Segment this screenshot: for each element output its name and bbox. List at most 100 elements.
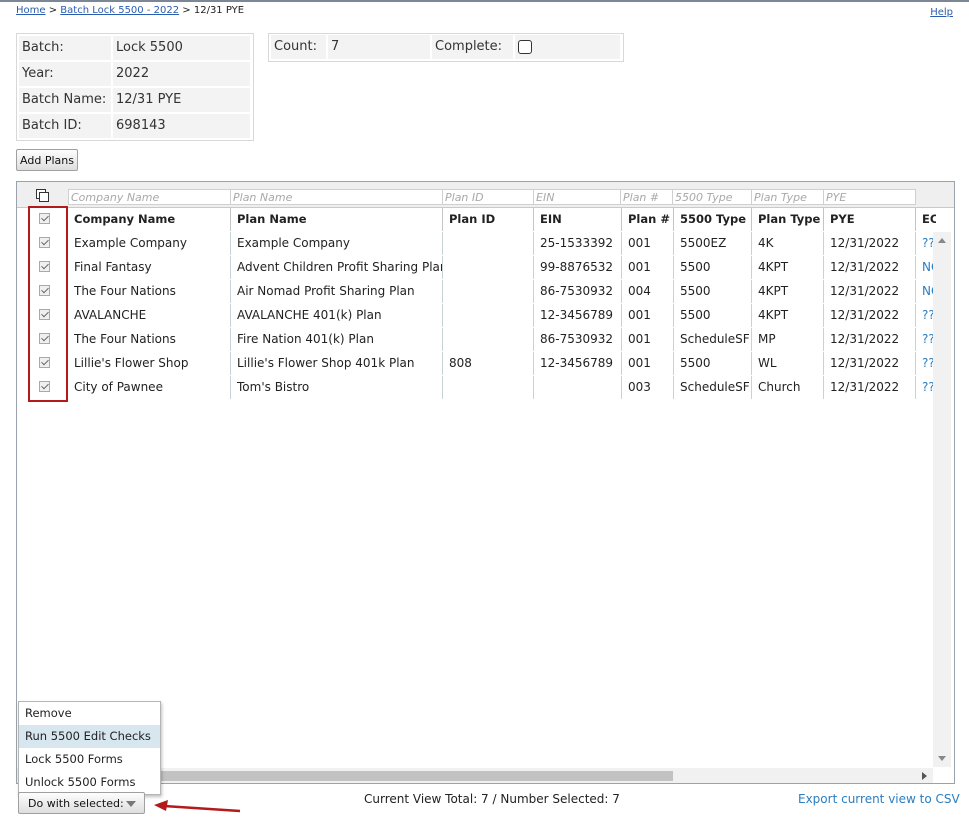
breadcrumb-batch-link[interactable]: Batch Lock 5500 - 2022 — [60, 5, 179, 16]
filter-plan-number[interactable]: Plan # — [620, 189, 673, 205]
cell-plan-type: 4K — [752, 232, 824, 255]
scroll-down-arrow-icon[interactable] — [938, 756, 946, 761]
year-row: Year: 2022 — [19, 62, 251, 86]
cell-ein: 12-3456789 — [534, 352, 622, 375]
cell-company-name: Lillie's Flower Shop — [68, 352, 231, 375]
do-with-selected-button[interactable]: Do with selected: — [18, 792, 145, 814]
cell-plan-name: Air Nomad Profit Sharing Plan — [231, 280, 443, 303]
do-with-selected-menu: Remove Run 5500 Edit Checks Lock 5500 Fo… — [18, 701, 161, 795]
cell-pye: 12/31/2022 — [824, 304, 916, 327]
count-label: Count: — [271, 35, 326, 59]
header-ec-status[interactable]: EC St — [916, 208, 936, 231]
red-arrow-icon — [154, 800, 241, 813]
header-plan-name[interactable]: Plan Name — [231, 208, 443, 231]
do-with-selected-label: Do with selected: — [28, 796, 124, 810]
header-ein[interactable]: EIN — [534, 208, 622, 231]
cell-plan-name: Lillie's Flower Shop 401k Plan — [231, 352, 443, 375]
menu-item-run-edit-checks[interactable]: Run 5500 Edit Checks — [19, 725, 160, 748]
batch-name-row: Batch Name: 12/31 PYE — [19, 88, 251, 112]
scroll-up-arrow-icon[interactable] — [938, 238, 946, 243]
cell-plan-name: AVALANCHE 401(k) Plan — [231, 304, 443, 327]
cell-company-name: Example Company — [68, 232, 231, 255]
cell-plan-id — [443, 280, 534, 303]
cell-ein: 86-7530932 — [534, 280, 622, 303]
help-link[interactable]: Help — [930, 7, 953, 18]
cell-plan-number: 001 — [622, 256, 674, 279]
cell-plan-number: 001 — [622, 352, 674, 375]
filter-row: Company Name Plan Name Plan ID EIN Plan … — [17, 182, 954, 208]
export-csv-link[interactable]: Export current view to CSV — [798, 792, 960, 806]
batch-id-value: 698143 — [113, 114, 250, 138]
filter-5500-type[interactable]: 5500 Type — [672, 189, 752, 205]
cell-5500-type: ScheduleSF — [674, 376, 752, 399]
year-label: Year: — [19, 62, 111, 86]
cell-plan-id: 808 — [443, 352, 534, 375]
cell-plan-name: Tom's Bistro — [231, 376, 443, 399]
cell-company-name: Final Fantasy — [68, 256, 231, 279]
menu-item-remove[interactable]: Remove — [19, 702, 160, 725]
cell-plan-number: 004 — [622, 280, 674, 303]
breadcrumb-current: 12/31 PYE — [193, 5, 245, 16]
filter-ein[interactable]: EIN — [533, 189, 621, 205]
menu-item-unlock-forms[interactable]: Unlock 5500 Forms — [19, 771, 160, 794]
add-plans-button[interactable]: Add Plans — [16, 149, 78, 171]
filter-pye[interactable]: PYE — [823, 189, 916, 205]
cell-plan-number: 001 — [622, 304, 674, 327]
cell-plan-number: 001 — [622, 232, 674, 255]
batch-value: Lock 5500 — [113, 36, 250, 60]
header-5500-type[interactable]: 5500 Type — [674, 208, 752, 231]
status-text: Current View Total: 7 / Number Selected:… — [364, 792, 620, 806]
year-value: 2022 — [113, 62, 250, 86]
breadcrumb: Home > Batch Lock 5500 - 2022 > 12/31 PY… — [16, 5, 244, 16]
batch-name-label: Batch Name: — [19, 88, 111, 112]
complete-checkbox[interactable] — [518, 39, 532, 54]
cell-plan-number: 001 — [622, 328, 674, 351]
cell-plan-type: 4KPT — [752, 304, 824, 327]
window-top-border — [0, 0, 969, 2]
menu-item-lock-forms[interactable]: Lock 5500 Forms — [19, 748, 160, 771]
cell-ein: 86-7530932 — [534, 328, 622, 351]
cell-ein — [534, 376, 622, 399]
cell-plan-type: Church — [752, 376, 824, 399]
filter-plan-id[interactable]: Plan ID — [442, 189, 534, 205]
plans-grid: Company Name Plan Name Plan ID EIN Plan … — [16, 181, 955, 784]
cell-plan-type: 4KPT — [752, 256, 824, 279]
filter-plan-type[interactable]: Plan Type — [751, 189, 824, 205]
cell-company-name: The Four Nations — [68, 280, 231, 303]
filter-company-name[interactable]: Company Name — [68, 189, 231, 205]
count-value: 7 — [328, 35, 430, 59]
cell-plan-type: MP — [752, 328, 824, 351]
complete-label: Complete: — [432, 35, 513, 59]
header-company-name[interactable]: Company Name — [68, 208, 231, 231]
cell-plan-name: Example Company — [231, 232, 443, 255]
scroll-right-arrow-icon[interactable] — [922, 772, 927, 780]
cell-plan-type: 4KPT — [752, 280, 824, 303]
cell-plan-id — [443, 304, 534, 327]
selection-highlight-box — [28, 206, 68, 402]
header-pye[interactable]: PYE — [824, 208, 916, 231]
cell-plan-id — [443, 232, 534, 255]
cell-pye: 12/31/2022 — [824, 256, 916, 279]
header-plan-type[interactable]: Plan Type — [752, 208, 824, 231]
cell-plan-id — [443, 328, 534, 351]
filter-plan-name[interactable]: Plan Name — [230, 189, 443, 205]
horizontal-scroll-thumb[interactable] — [143, 771, 673, 781]
cell-ein: 99-8876532 — [534, 256, 622, 279]
cell-plan-name: Fire Nation 401(k) Plan — [231, 328, 443, 351]
cell-plan-id — [443, 256, 534, 279]
cell-company-name: City of Pawnee — [68, 376, 231, 399]
vertical-scrollbar[interactable] — [933, 232, 951, 767]
cell-5500-type: 5500 — [674, 280, 752, 303]
breadcrumb-separator: > — [48, 5, 58, 16]
header-plan-number[interactable]: Plan # — [622, 208, 674, 231]
breadcrumb-home-link[interactable]: Home — [16, 5, 46, 16]
copy-icon[interactable] — [36, 189, 49, 202]
chevron-down-icon — [126, 801, 136, 807]
batch-id-row: Batch ID: 698143 — [19, 114, 251, 138]
complete-cell — [515, 35, 620, 59]
cell-pye: 12/31/2022 — [824, 280, 916, 303]
header-plan-id[interactable]: Plan ID — [443, 208, 534, 231]
cell-ein: 12-3456789 — [534, 304, 622, 327]
count-panel: Count: 7 Complete: — [268, 33, 624, 62]
cell-5500-type: 5500EZ — [674, 232, 752, 255]
